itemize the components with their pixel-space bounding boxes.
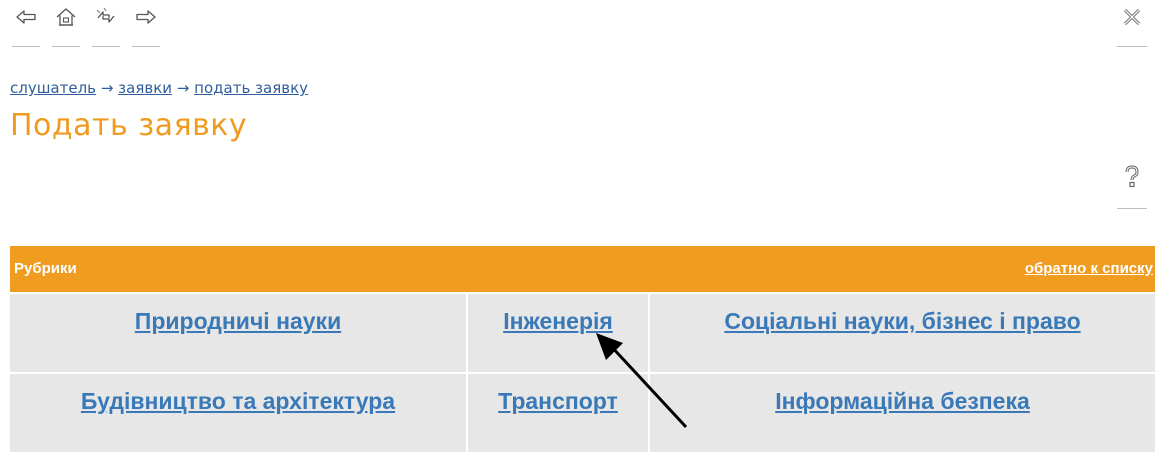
home-icon — [56, 8, 76, 26]
question-icon — [1125, 165, 1139, 188]
back-to-list-link[interactable]: обратно к списку — [1025, 260, 1153, 277]
category-cell: Інформаційна безпека — [650, 374, 1155, 452]
category-cell: Транспорт — [468, 374, 648, 452]
refresh-icon — [96, 7, 115, 23]
breadcrumb-listener[interactable]: слушатель — [10, 79, 96, 97]
category-cell: Будівництво та архітектура — [10, 374, 466, 452]
rubrics-title: Рубрики — [14, 260, 77, 277]
home-button[interactable] — [52, 6, 80, 47]
category-social-sciences-business-law[interactable]: Соціальні науки, бізнес і право — [724, 308, 1080, 335]
breadcrumb-separator: → — [176, 79, 190, 97]
forward-button[interactable] — [132, 6, 160, 47]
breadcrumb: слушатель → заявки → подать заявку — [10, 79, 308, 97]
category-information-security[interactable]: Інформаційна безпека — [775, 388, 1030, 415]
category-transport[interactable]: Транспорт — [498, 388, 618, 415]
category-cell: Природничі науки — [10, 294, 466, 372]
close-icon — [1123, 8, 1141, 26]
breadcrumb-separator: → — [100, 79, 114, 97]
categories-grid: Природничі науки Інженерія Соціальні нау… — [10, 294, 1155, 452]
arrow-right-icon — [136, 10, 156, 24]
category-engineering[interactable]: Інженерія — [503, 308, 613, 335]
arrow-left-icon — [16, 10, 36, 24]
help-button[interactable] — [1117, 164, 1147, 209]
back-button[interactable] — [12, 6, 40, 47]
category-natural-sciences[interactable]: Природничі науки — [135, 308, 341, 335]
refresh-button[interactable] — [92, 6, 120, 47]
close-button[interactable] — [1117, 6, 1147, 47]
rubrics-header-bar: Рубрики обратно к списку — [10, 246, 1155, 292]
page-title: Подать заявку — [10, 108, 248, 143]
breadcrumb-applications[interactable]: заявки — [118, 79, 172, 97]
category-construction-architecture[interactable]: Будівництво та архітектура — [81, 388, 395, 415]
breadcrumb-submit-application[interactable]: подать заявку — [194, 79, 308, 97]
category-cell: Інженерія — [468, 294, 648, 372]
category-cell: Соціальні науки, бізнес і право — [650, 294, 1155, 372]
